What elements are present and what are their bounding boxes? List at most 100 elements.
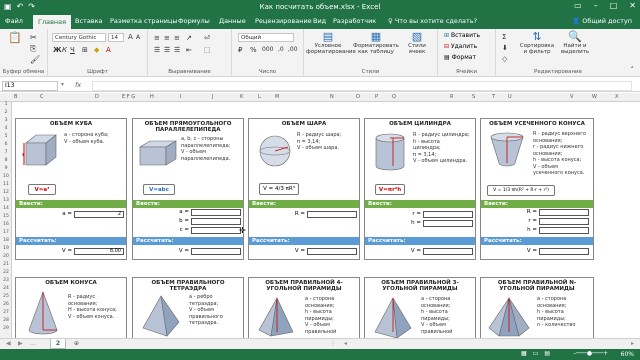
row-header[interactable]: 27	[0, 310, 12, 315]
tab-view[interactable]: Вид	[313, 17, 326, 25]
row-header[interactable]: 6	[0, 142, 12, 147]
tab-page-layout[interactable]: Разметка страницы	[110, 17, 178, 25]
shrink-font-icon[interactable]: A	[136, 34, 140, 41]
namebox-dropdown-icon[interactable]: ▾	[61, 81, 64, 88]
row-header[interactable]: 8	[0, 158, 12, 163]
row-header[interactable]: 14	[0, 206, 12, 211]
row-header[interactable]: 29	[0, 326, 12, 331]
col-header[interactable]: L	[258, 94, 261, 100]
conditional-formatting-button[interactable]: ▤ Условное форматирование	[306, 31, 356, 56]
row-header[interactable]: 2	[0, 110, 12, 115]
format-as-table-button[interactable]: ▦ Форматировать как таблицу	[352, 31, 400, 56]
col-header[interactable]: N	[330, 94, 334, 100]
copy-icon[interactable]: ⎘	[30, 44, 36, 54]
row-header[interactable]: 7	[0, 150, 12, 155]
orientation-icon[interactable]: ↗	[186, 34, 192, 42]
input-field-a[interactable]	[191, 209, 241, 216]
tab-developer[interactable]: Разработчик	[333, 17, 376, 25]
col-header[interactable]: H	[150, 94, 154, 100]
indent-icon[interactable]: ⇤	[186, 46, 192, 54]
number-format-combo[interactable]: Общий	[238, 33, 294, 42]
input-field-r[interactable]	[307, 211, 357, 218]
align-center-icon[interactable]: ☰	[164, 46, 170, 54]
col-header[interactable]: Q	[392, 94, 396, 100]
tell-me-search[interactable]: ♀ Что вы хотите сделать?	[388, 17, 477, 25]
row-header[interactable]: 4	[0, 126, 12, 131]
col-header[interactable]: O	[356, 94, 360, 100]
insert-cells-button[interactable]: ⊞ Вставить	[444, 32, 480, 39]
grow-font-icon[interactable]: A	[128, 33, 133, 41]
col-header[interactable]: K	[240, 94, 243, 100]
row-header[interactable]: 22	[0, 270, 12, 275]
tab-home[interactable]: Главная	[33, 15, 72, 29]
delete-cells-button[interactable]: ⊟ Удалить	[444, 43, 477, 50]
col-header[interactable]: U	[508, 94, 512, 100]
font-color-icon[interactable]: A	[106, 46, 111, 54]
row-header[interactable]: 23	[0, 278, 12, 283]
tab-formulas[interactable]: Формулы	[178, 17, 210, 25]
row-header[interactable]: 20	[0, 254, 12, 259]
row-header[interactable]: 13	[0, 198, 12, 203]
clear-icon[interactable]: ◇	[502, 55, 507, 63]
col-header[interactable]: T	[492, 94, 495, 100]
row-header[interactable]: 1	[0, 102, 12, 107]
next-sheet-icon[interactable]: ▶	[18, 340, 23, 347]
ribbon-options-icon[interactable]: ▭	[574, 1, 582, 10]
font-size-combo[interactable]: 14	[108, 33, 124, 42]
worksheet[interactable]: ОБЪЕМ КУБА a а - сторона куба; V - объем…	[12, 102, 640, 338]
col-header[interactable]: D	[95, 94, 99, 100]
align-right-icon[interactable]: ☰	[174, 46, 180, 54]
input-field-r[interactable]	[423, 211, 473, 218]
wrap-text-icon[interactable]: ⏎	[204, 34, 210, 42]
row-header[interactable]: 10	[0, 174, 12, 179]
align-left-icon[interactable]: ☰	[154, 46, 160, 54]
page-break-view-icon[interactable]: ▤	[544, 350, 550, 357]
normal-view-icon[interactable]: ▦	[521, 350, 527, 357]
autosum-icon[interactable]: Σ	[502, 33, 506, 41]
bold-icon[interactable]: Ж	[53, 46, 62, 54]
col-header[interactable]: P	[375, 94, 378, 100]
share-button[interactable]: 👤 Общий доступ	[572, 17, 632, 25]
tab-data[interactable]: Данные	[219, 17, 246, 25]
input-field-big-r[interactable]	[539, 209, 589, 216]
col-header[interactable]: R	[450, 94, 453, 100]
tab-insert[interactable]: Вставка	[75, 17, 103, 25]
cell-styles-button[interactable]: ▧ Стили ячеек	[402, 31, 432, 56]
row-header[interactable]: 19	[0, 246, 12, 251]
row-header[interactable]: 25	[0, 294, 12, 299]
row-header[interactable]: 12	[0, 190, 12, 195]
input-field-b[interactable]	[191, 218, 241, 225]
col-header[interactable]: V	[570, 94, 573, 100]
input-field-small-r[interactable]	[539, 218, 589, 225]
col-header[interactable]: S	[472, 94, 475, 100]
zoom-level[interactable]: 60%	[621, 351, 634, 358]
italic-icon[interactable]: К	[62, 46, 67, 54]
row-header[interactable]: 3	[0, 118, 12, 123]
tab-file[interactable]: Файл	[5, 17, 23, 25]
font-name-combo[interactable]: Century Gothic	[52, 33, 106, 42]
col-header[interactable]: M	[275, 94, 279, 100]
input-field-c[interactable]	[191, 227, 241, 234]
align-top-icon[interactable]: ≡	[154, 34, 160, 42]
percent-icon[interactable]: %	[250, 46, 257, 54]
row-header[interactable]: 28	[0, 318, 12, 323]
hscroll-left-icon[interactable]: ◂	[344, 340, 347, 347]
underline-icon[interactable]: Ч	[70, 46, 75, 54]
cut-icon[interactable]: ✂	[30, 33, 37, 42]
name-box[interactable]: I13	[2, 81, 58, 91]
row-header[interactable]: 26	[0, 302, 12, 307]
align-middle-icon[interactable]: ≡	[164, 34, 170, 42]
fill-color-icon[interactable]: ◆	[94, 46, 99, 54]
fx-icon[interactable]: fx	[75, 81, 81, 89]
align-bottom-icon[interactable]: ≡	[174, 34, 180, 42]
row-header[interactable]: 16	[0, 222, 12, 227]
row-header[interactable]: 21	[0, 262, 12, 267]
close-button[interactable]: ✕	[629, 1, 636, 10]
merge-icon[interactable]: ⬚	[204, 46, 211, 54]
col-header[interactable]: J	[212, 94, 213, 100]
hscroll-right-icon[interactable]: ▸	[631, 340, 634, 347]
sheet-tab[interactable]: 2	[50, 339, 66, 349]
col-header[interactable]: I	[180, 94, 181, 100]
comma-icon[interactable]: 000	[262, 46, 273, 53]
input-field-a[interactable]: 2	[74, 211, 124, 218]
